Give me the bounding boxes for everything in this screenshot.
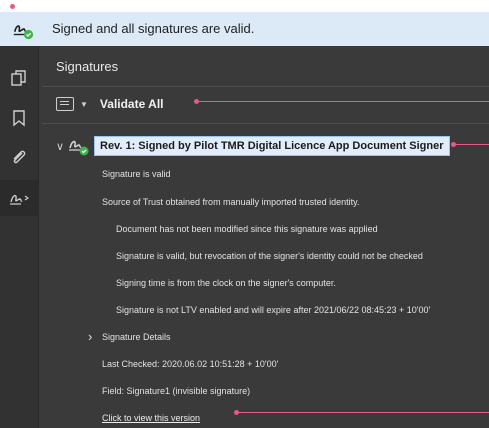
rail-button-pages[interactable] xyxy=(0,60,38,96)
last-checked-text: Last Checked: 2020.06.02 10:51:28 + 10'0… xyxy=(102,359,279,369)
signature-details-toggle[interactable]: Signature Details xyxy=(102,332,171,342)
rail-button-bookmarks[interactable] xyxy=(0,100,38,136)
signatures-panel: Signatures ▼ Validate All ∨ Rev. 1: Sign… xyxy=(42,46,489,428)
signature-valid-icon xyxy=(69,140,89,156)
revision-row[interactable]: ∨ Rev. 1: Signed by Pilot TMR Digital Li… xyxy=(56,136,450,156)
status-line-ltv: Signature is not LTV enabled and will ex… xyxy=(116,305,431,315)
annotation-line-revision xyxy=(455,144,489,145)
copy-pages-icon xyxy=(11,70,26,86)
collapse-chevron-icon[interactable]: ∨ xyxy=(56,140,68,153)
signature-icon xyxy=(10,194,29,205)
side-rail xyxy=(0,46,39,428)
signature-valid-icon xyxy=(13,25,34,40)
status-line-signing-time: Signing time is from the clock on the si… xyxy=(116,278,336,288)
attachment-icon xyxy=(13,150,26,164)
annotation-line-link xyxy=(238,412,489,413)
options-menu-icon[interactable] xyxy=(56,97,74,111)
chevron-down-icon[interactable]: ▼ xyxy=(80,100,88,109)
toolbar-divider xyxy=(42,123,489,124)
bookmark-icon xyxy=(13,110,25,127)
annotation-line-validate xyxy=(198,101,489,102)
title-divider xyxy=(42,86,489,87)
validate-all-toolbar: ▼ Validate All xyxy=(56,94,164,114)
status-line-revocation: Signature is valid, but revocation of th… xyxy=(116,251,423,261)
view-version-link[interactable]: Click to view this version xyxy=(102,413,200,423)
signature-field-text: Field: Signature1 (invisible signature) xyxy=(102,386,251,396)
status-line-valid: Signature is valid xyxy=(102,169,171,179)
rail-button-attachments[interactable] xyxy=(0,140,38,176)
validate-all-button[interactable]: Validate All xyxy=(100,97,164,111)
expand-chevron-icon[interactable]: › xyxy=(88,329,92,344)
app-window: Signatures ▼ Validate All ∨ Rev. 1: Sign… xyxy=(0,46,489,428)
revision-label[interactable]: Rev. 1: Signed by Pilot TMR Digital Lice… xyxy=(94,136,450,156)
status-line-trust: Source of Trust obtained from manually i… xyxy=(102,197,360,207)
status-line-not-modified: Document has not been modified since thi… xyxy=(116,224,378,234)
banner-message: Signed and all signatures are valid. xyxy=(52,21,255,36)
signature-status-banner: Signed and all signatures are valid. xyxy=(0,12,489,47)
annotation-marker-top xyxy=(10,4,15,9)
rail-button-signatures[interactable] xyxy=(0,180,38,216)
panel-title: Signatures xyxy=(56,59,119,74)
